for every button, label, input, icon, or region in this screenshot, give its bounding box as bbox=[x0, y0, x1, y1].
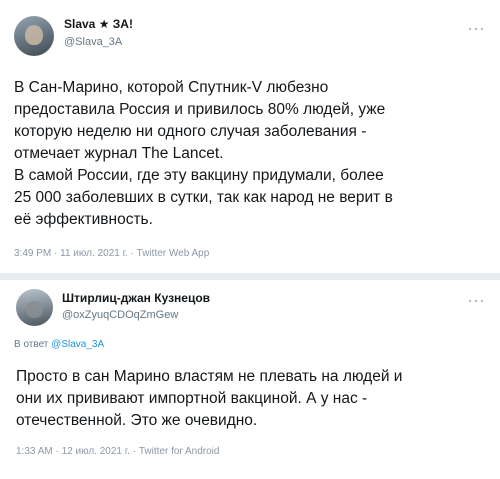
reply-to-line: В ответ @Slava_3A bbox=[14, 339, 104, 350]
tweet-text-line: 25 000 заболевших в сутки, так как народ… bbox=[14, 189, 393, 206]
tweet-text-line: предоставила Россия и привилось 80% люде… bbox=[14, 101, 386, 118]
divider bbox=[0, 273, 500, 280]
tweet-text-line: отечественной. Это же очевидно. bbox=[16, 412, 258, 429]
reply-mention-link[interactable]: @Slava_3A bbox=[51, 339, 104, 350]
more-dots-icon[interactable] bbox=[468, 26, 484, 32]
tweet-timestamp[interactable]: 1:33 AM · 12 июл. 2021 г. · Twitter for … bbox=[16, 446, 219, 457]
tweet-original[interactable]: Slava ★ ЗА! @Slava_3A В Сан-Марино, кото… bbox=[0, 0, 500, 273]
tweet-text-line: они их прививают импортной вакциной. А у… bbox=[16, 390, 368, 407]
tweet-text: В Сан-Марино, которой Спутник-V любезно … bbox=[14, 77, 393, 231]
tweet-text-line: которую неделю ни одного случая заболева… bbox=[14, 123, 367, 140]
tweet-text-line: Просто в сан Марино властям не плевать н… bbox=[16, 368, 403, 385]
tweet-text-line: В самой России, где эту вакцину придумал… bbox=[14, 167, 384, 184]
author-handle[interactable]: @Slava_3A bbox=[64, 36, 122, 48]
tweet-timestamp[interactable]: 3:49 PM · 11 июл. 2021 г. · Twitter Web … bbox=[14, 248, 209, 259]
avatar-photo-icon bbox=[26, 301, 43, 318]
avatar[interactable] bbox=[14, 16, 54, 56]
avatar[interactable] bbox=[16, 289, 53, 326]
author-handle[interactable]: @oxZyuqCDOqZmGew bbox=[62, 309, 178, 321]
avatar-photo-icon bbox=[25, 25, 43, 45]
tweet-text-line: её эффективность. bbox=[14, 211, 153, 228]
tweet-text-line: отмечает журнал The Lancet. bbox=[14, 145, 224, 162]
tweet-text-line: В Сан-Марино, которой Спутник-V любезно bbox=[14, 79, 329, 96]
more-dots-icon[interactable] bbox=[468, 298, 484, 304]
reply-prefix: В ответ bbox=[14, 339, 49, 350]
author-name[interactable]: Slava ★ ЗА! bbox=[64, 17, 133, 31]
author-name[interactable]: Штирлиц-джан Кузнецов bbox=[62, 291, 210, 305]
tweet-text: Просто в сан Марино властям не плевать н… bbox=[16, 366, 402, 432]
